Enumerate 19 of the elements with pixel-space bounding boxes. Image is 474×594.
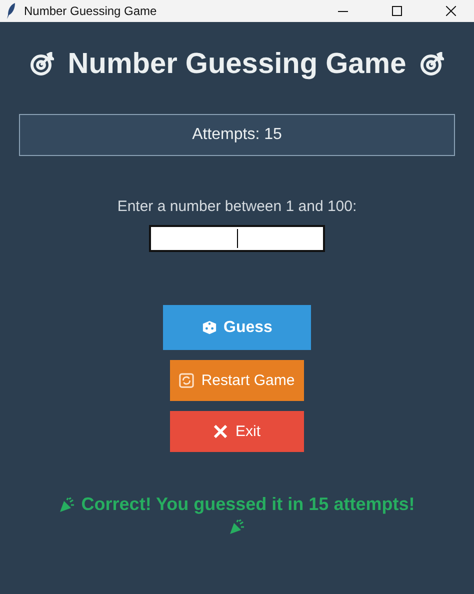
restart-button[interactable]: Restart Game	[170, 360, 304, 401]
close-icon	[213, 424, 228, 439]
target-icon	[420, 52, 444, 76]
maximize-icon	[392, 6, 402, 16]
app-heading: Number Guessing Game	[68, 48, 406, 80]
close-icon	[446, 6, 456, 16]
feather-icon	[6, 3, 16, 19]
refresh-icon	[179, 373, 194, 388]
guess-button[interactable]: Guess	[163, 305, 311, 350]
party-popper-icon	[59, 496, 76, 512]
window-title: Number Guessing Game	[24, 4, 158, 18]
party-popper-icon	[229, 519, 245, 535]
prompt-label: Enter a number between 1 and 100:	[117, 198, 357, 215]
target-icon	[30, 52, 54, 76]
number-field[interactable]	[149, 225, 325, 252]
exit-button[interactable]: Exit	[170, 411, 304, 452]
result-message: Correct! You guessed it in 15 attempts!	[81, 494, 415, 515]
dice-icon	[202, 320, 217, 335]
attempts-panel: Attempts: 15	[19, 114, 455, 156]
